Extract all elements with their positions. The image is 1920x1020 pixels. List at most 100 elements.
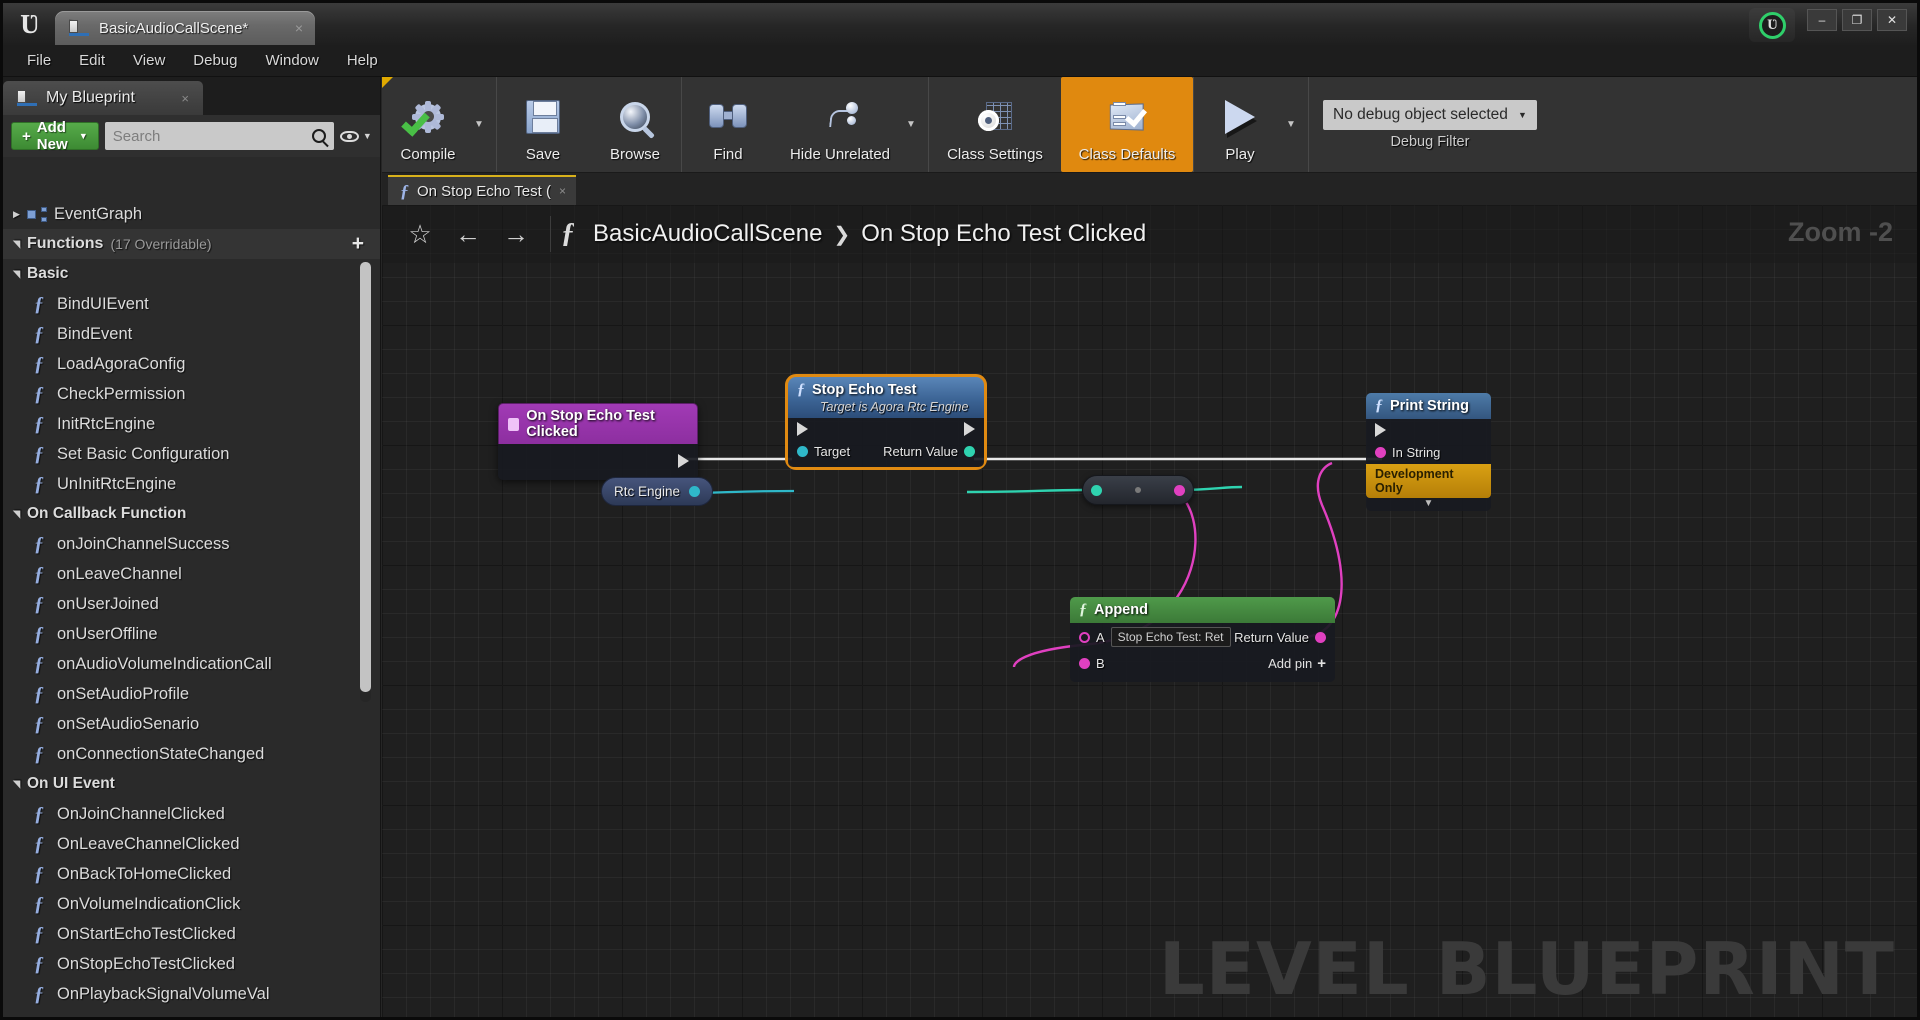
tree-item-graph[interactable]: EventGraph: [3, 199, 380, 229]
tree-item-cat[interactable]: Basic: [3, 259, 380, 289]
exec-input-pin[interactable]: [1375, 423, 1386, 437]
chevron-down-icon[interactable]: ▼: [1286, 77, 1308, 172]
tree-item-cat[interactable]: On Callback Function: [3, 499, 380, 529]
breadcrumb-leaf[interactable]: On Stop Echo Test Clicked: [861, 220, 1146, 248]
exec-input-pin[interactable]: [797, 422, 808, 436]
exec-output-pin[interactable]: [678, 454, 689, 468]
node-print-string[interactable]: ƒ Print String In String Development Onl…: [1366, 393, 1491, 511]
graph-tab-on-stop-echo-test[interactable]: ƒ On Stop Echo Test ( ×: [388, 175, 576, 205]
add-function-button[interactable]: +: [352, 232, 374, 256]
node-reroute[interactable]: [1082, 475, 1194, 505]
tab-my-blueprint-close-icon[interactable]: ×: [159, 91, 189, 106]
node-wire-icon: [821, 101, 859, 132]
reroute-input-pin[interactable]: [1091, 484, 1102, 496]
visibility-button[interactable]: ▼: [339, 122, 372, 150]
menu-file[interactable]: File: [13, 48, 65, 73]
tree-item-function[interactable]: ƒ onSetAudioProfile: [3, 679, 380, 709]
chevron-down-icon[interactable]: [13, 509, 27, 520]
in-string-pin[interactable]: In String: [1375, 445, 1440, 460]
node-rtc-engine-getter[interactable]: Rtc Engine: [601, 477, 714, 506]
tree-item-function[interactable]: ƒ OnStartEchoTestClicked: [3, 919, 380, 949]
tree-item-cat[interactable]: On UI Event: [3, 769, 380, 799]
tree-item-function[interactable]: ƒ onConnectionStateChanged: [3, 739, 380, 769]
tree-item-function[interactable]: ƒ onAudioVolumeIndicationCall: [3, 649, 380, 679]
pin-a-value-field[interactable]: Stop Echo Test: Ret: [1110, 627, 1231, 647]
return-value-pin[interactable]: Return Value: [883, 444, 975, 459]
unreal-blueprint-editor-window: Ʋ BasicAudioCallScene* × Ʋ – ❐ ✕ File Ed…: [0, 0, 1920, 1020]
graph-tab-close-icon[interactable]: ×: [559, 184, 566, 198]
chevron-down-icon[interactable]: [13, 779, 27, 790]
tree-item-function[interactable]: ƒ BindEvent: [3, 319, 380, 349]
toolbar-button-class-defaults[interactable]: Class Defaults: [1061, 77, 1193, 172]
reroute-output-pin[interactable]: [1174, 484, 1185, 496]
menu-debug[interactable]: Debug: [179, 48, 251, 73]
node-on-stop-echo-test-clicked[interactable]: On Stop Echo Test Clicked: [498, 403, 698, 480]
tree-item-function[interactable]: ƒ UnInitRtcEngine: [3, 469, 380, 499]
node-append[interactable]: ƒ Append A Stop Echo Test: Ret Return Va…: [1070, 597, 1335, 682]
tree-item-function[interactable]: ƒ onSetAudioSenario: [3, 709, 380, 739]
menu-window[interactable]: Window: [251, 48, 332, 73]
chevron-right-icon[interactable]: [13, 209, 27, 220]
append-return-pin[interactable]: Return Value: [1234, 630, 1326, 645]
search-input[interactable]: [112, 127, 312, 145]
tree-item-function[interactable]: ƒ onLeaveChannel: [3, 559, 380, 589]
tree-item-function[interactable]: ƒ CheckPermission: [3, 379, 380, 409]
exec-output-pin[interactable]: [964, 422, 975, 436]
menu-edit[interactable]: Edit: [65, 48, 119, 73]
navigate-forward-button[interactable]: →: [492, 219, 540, 250]
toolbar-button-compile[interactable]: Compile: [382, 77, 474, 172]
tree-item-function[interactable]: ƒ OnLeaveChannelClicked: [3, 829, 380, 859]
debug-object-select[interactable]: No debug object selected ▼: [1323, 99, 1537, 130]
tree-item-function[interactable]: ƒ OnBackToHomeClicked: [3, 859, 380, 889]
tree-item-function[interactable]: ƒ InitRtcEngine: [3, 409, 380, 439]
search-field[interactable]: [104, 122, 334, 150]
maximize-button[interactable]: ❐: [1842, 9, 1872, 31]
favorite-star-button[interactable]: ☆: [396, 221, 444, 247]
document-tab-close-icon[interactable]: ×: [295, 20, 303, 36]
pin-a[interactable]: A Stop Echo Test: Ret: [1079, 627, 1231, 647]
tab-my-blueprint[interactable]: My Blueprint ×: [3, 81, 203, 115]
tree-item-function[interactable]: ƒ LoadAgoraConfig: [3, 349, 380, 379]
tree-item-function[interactable]: ƒ onUserOffline: [3, 619, 380, 649]
toolbar-button-browse[interactable]: Browse: [589, 77, 681, 172]
my-blueprint-panel: My Blueprint × + Add New ▼ ▼ EventGraph F…: [3, 77, 381, 1017]
debug-filter-caption: Debug Filter: [1390, 133, 1470, 150]
tree-scrollbar[interactable]: [360, 262, 371, 702]
chevron-down-icon[interactable]: [13, 239, 27, 250]
tree-item-function[interactable]: ƒ OnVolumeIndicationClick: [3, 889, 380, 919]
toolbar-button-save[interactable]: Save: [497, 77, 589, 172]
toolbar-icon-wrap: [620, 91, 650, 143]
toolbar-button-play[interactable]: Play: [1194, 77, 1286, 172]
object-output-pin[interactable]: [689, 486, 701, 497]
node-expander-icon[interactable]: ▼: [1366, 498, 1491, 511]
navigate-back-button[interactable]: ←: [444, 219, 492, 250]
toolbar-button-class-settings[interactable]: Class Settings: [929, 77, 1061, 172]
tree-item-function[interactable]: ƒ OnJoinChannelClicked: [3, 799, 380, 829]
tree-item-function[interactable]: ƒ Set Basic Configuration: [3, 439, 380, 469]
tree-item-function[interactable]: ƒ OnStartPublishClicked: [3, 1009, 380, 1018]
tree-item-head[interactable]: Functions (17 Overridable) +: [3, 229, 380, 259]
node-stop-echo-test[interactable]: ƒ Stop Echo Test Target is Agora Rtc Eng…: [785, 374, 987, 470]
tree-item-function[interactable]: ƒ OnPlaybackSignalVolumeVal: [3, 979, 380, 1009]
toolbar-button-find[interactable]: Find: [682, 77, 774, 172]
target-pin[interactable]: Target: [797, 444, 850, 459]
tree-item-function[interactable]: ƒ BindUIEvent: [3, 289, 380, 319]
exec-output-pin[interactable]: [1471, 423, 1482, 437]
tree-item-function[interactable]: ƒ onUserJoined: [3, 589, 380, 619]
blueprint-canvas[interactable]: ☆ ← → ƒ BasicAudioCallScene ❯ On Stop Ec…: [382, 205, 1917, 1017]
add-new-button[interactable]: + Add New ▼: [11, 119, 99, 153]
menu-view[interactable]: View: [119, 48, 179, 73]
toolbar-button-hide-unrelated[interactable]: Hide Unrelated: [774, 77, 906, 172]
breadcrumb-root[interactable]: BasicAudioCallScene: [593, 220, 822, 248]
chevron-down-icon[interactable]: ▼: [906, 77, 928, 172]
document-tab[interactable]: BasicAudioCallScene* ×: [55, 11, 315, 45]
pin-b[interactable]: B: [1079, 656, 1105, 671]
chevron-down-icon[interactable]: ▼: [474, 77, 496, 172]
chevron-down-icon[interactable]: [13, 269, 27, 280]
tree-item-function[interactable]: ƒ OnStopEchoTestClicked: [3, 949, 380, 979]
add-pin-button[interactable]: Add pin +: [1268, 655, 1326, 672]
menu-help[interactable]: Help: [333, 48, 392, 73]
minimize-button[interactable]: –: [1807, 9, 1837, 31]
tree-item-function[interactable]: ƒ onJoinChannelSuccess: [3, 529, 380, 559]
close-button[interactable]: ✕: [1877, 9, 1907, 31]
